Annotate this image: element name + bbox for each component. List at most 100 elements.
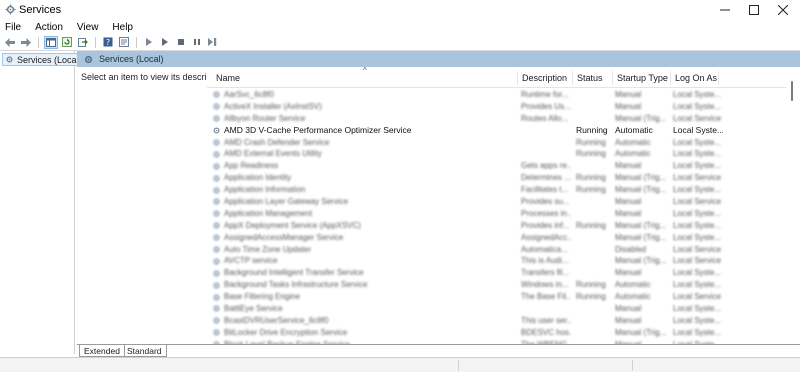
gear-icon	[6, 56, 13, 63]
table-row[interactable]: Application Identity Determines ... Runnin…	[207, 172, 787, 184]
service-log-on-as: Local Syste...	[673, 161, 722, 171]
service-description: Routes Allo...	[521, 113, 569, 123]
gear-icon	[213, 127, 220, 134]
table-row[interactable]: Application Layer Gateway Service Provide…	[207, 196, 787, 208]
tab-extended[interactable]: Extended	[79, 345, 125, 357]
close-button[interactable]	[768, 0, 798, 20]
service-name: AarSvc_6c8f0	[224, 90, 274, 99]
play-icon	[146, 38, 152, 46]
service-name: Application Layer Gateway Service	[224, 197, 349, 207]
service-startup-type: Manual	[615, 268, 642, 278]
back-button[interactable]	[3, 36, 17, 49]
service-log-on-as: Local Syste...	[673, 101, 722, 111]
pause-icon	[194, 39, 200, 45]
gear-icon	[213, 163, 220, 170]
table-row[interactable]: App Readiness Gets apps re... Manual Local …	[207, 160, 787, 172]
help-icon: ?	[103, 37, 113, 47]
column-header-status[interactable]: Status	[573, 71, 613, 85]
service-startup-type: Manual	[615, 197, 642, 207]
service-status: Running	[576, 185, 606, 195]
properties-button[interactable]	[117, 36, 131, 49]
table-row[interactable]: Base Filtering Engine The Base Fil... Runn…	[207, 291, 787, 303]
status-segment	[632, 360, 633, 371]
service-description: This user ser...	[521, 315, 571, 325]
service-startup-type: Manual	[615, 90, 642, 99]
service-name-cell: AMD External Events Utility	[212, 148, 512, 160]
tree-item-services-local[interactable]: Services (Local)	[2, 53, 86, 66]
scrollbar-thumb[interactable]	[791, 81, 793, 101]
maximize-button[interactable]	[739, 0, 769, 20]
refresh-button[interactable]	[60, 36, 74, 49]
service-name: BcastDVRUserService_6c8f0	[224, 315, 329, 325]
service-log-on-as: Local Syste...	[673, 149, 722, 159]
stop-service-button[interactable]	[174, 36, 188, 49]
gear-icon	[213, 246, 220, 253]
table-row[interactable]: BcastDVRUserService_6c8f0 This user ser..…	[207, 315, 787, 327]
start-service-alt-button[interactable]	[158, 36, 172, 49]
table-row[interactable]: AMD 3D V-Cache Performance Optimizer Ser…	[207, 125, 787, 137]
table-row[interactable]: Application Information Facilitates t... R…	[207, 184, 787, 196]
gear-icon	[213, 103, 220, 110]
table-row[interactable]: BattlEye Service Manual Local Syste...	[207, 303, 787, 315]
table-row[interactable]: AMD Crash Defender Service Running Automat…	[207, 137, 787, 149]
service-name-cell: AMD Crash Defender Service	[212, 137, 512, 149]
table-row[interactable]: ActiveX Installer (AxInstSV) Provides Us.…	[207, 101, 787, 113]
service-name-cell: AssignedAccessManager Service	[212, 232, 512, 244]
forward-button[interactable]	[19, 36, 33, 49]
table-row[interactable]: AVCTP service This is Audi... Manual (Trig…	[207, 255, 787, 267]
service-status: Running	[576, 173, 606, 183]
table-row[interactable]: Background Tasks Infrastructure Service W…	[207, 279, 787, 291]
tree-item-label: Services (Local)	[17, 54, 82, 65]
table-row[interactable]: Allbyon Router Service Routes Allo... Manu…	[207, 113, 787, 125]
service-name: Application Management	[224, 208, 313, 218]
service-log-on-as: Local Syste...	[673, 90, 722, 99]
service-name-cell: Background Intelligent Transfer Service	[212, 267, 512, 279]
start-service-button[interactable]	[142, 36, 156, 49]
service-name: AMD Crash Defender Service	[224, 137, 330, 147]
restart-service-button[interactable]	[206, 36, 220, 49]
service-name-cell: Allbyon Router Service	[212, 113, 512, 125]
vertical-scrollbar[interactable]	[786, 67, 800, 344]
column-header-description[interactable]: Description	[518, 71, 573, 85]
service-name-cell: Base Filtering Engine	[212, 291, 512, 303]
table-row[interactable]: AssignedAccessManager Service AssignedAcc…	[207, 232, 787, 244]
column-header-name[interactable]: Name	[212, 71, 518, 85]
service-log-on-as: Local Syste...	[673, 208, 722, 218]
menu-view[interactable]: View	[77, 22, 99, 33]
service-log-on-as: Local Service	[673, 256, 722, 266]
service-description: Automatica...	[521, 244, 568, 254]
column-headers: ^ Name Description Status Startup Type L…	[207, 67, 800, 88]
services-list: ^ Name Description Status Startup Type L…	[207, 67, 800, 344]
menu-help[interactable]: Help	[112, 22, 133, 33]
gear-icon	[213, 151, 220, 158]
pause-service-button[interactable]	[190, 36, 204, 49]
service-name: AMD 3D V-Cache Performance Optimizer Ser…	[224, 124, 412, 135]
table-row[interactable]: BitLocker Drive Encryption Service BDESVC…	[207, 327, 787, 339]
minimize-button[interactable]	[710, 0, 740, 20]
table-row[interactable]: AarSvc_6c8f0 Runtime for... Manual Local Sy…	[207, 89, 787, 101]
table-row[interactable]: AMD External Events Utility Running Automa…	[207, 148, 787, 160]
show-console-tree-button[interactable]	[44, 35, 58, 49]
table-row[interactable]: Application Management Processes in... Man…	[207, 208, 787, 220]
tab-standard[interactable]: Standard	[123, 345, 167, 357]
service-name: AssignedAccessManager Service	[224, 232, 344, 242]
service-log-on-as: Local Service	[673, 113, 722, 123]
service-name-cell: AppX Deployment Service (AppXSVC)	[212, 220, 512, 232]
service-log-on-as: Local Syste...	[673, 124, 723, 135]
play-alt-icon	[162, 38, 168, 46]
menu-action[interactable]: Action	[35, 22, 63, 33]
column-header-log-on-as[interactable]: Log On As	[671, 71, 719, 85]
table-row[interactable]: Auto Time Zone Updater Automatica... Disab…	[207, 244, 787, 256]
toolbar: ?	[0, 35, 800, 49]
service-description: This is Audi...	[521, 256, 569, 266]
export-list-button[interactable]	[76, 36, 90, 49]
column-header-startup-type[interactable]: Startup Type	[613, 71, 671, 85]
service-description: Provides inf...	[521, 220, 570, 230]
help-button[interactable]: ?	[101, 36, 115, 49]
table-row[interactable]: Background Intelligent Transfer Service T…	[207, 267, 787, 279]
service-status: Running	[576, 220, 606, 230]
services-rows: AarSvc_6c8f0 Runtime for... Manual Local Sy…	[207, 89, 787, 344]
console-tree-icon	[46, 37, 56, 47]
table-row[interactable]: AppX Deployment Service (AppXSVC) Provide…	[207, 220, 787, 232]
menu-file[interactable]: File	[5, 22, 21, 33]
